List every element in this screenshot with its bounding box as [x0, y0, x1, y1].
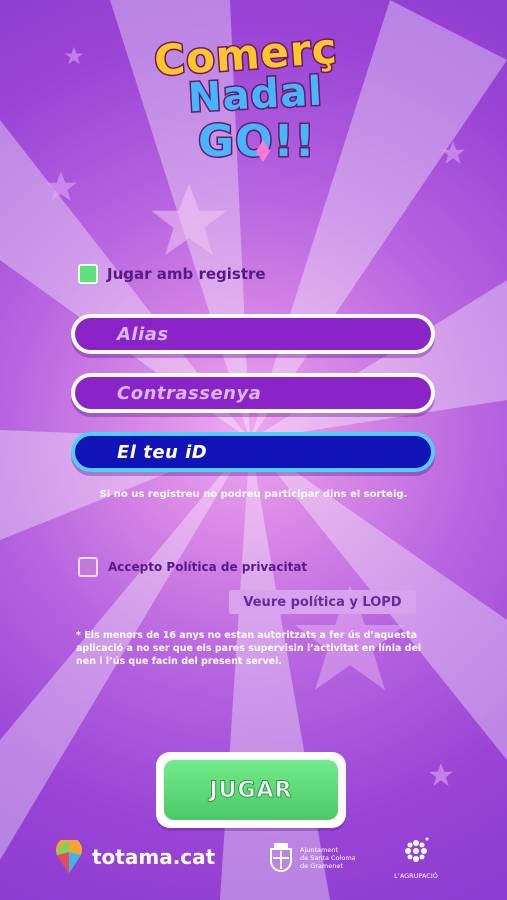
privacy-checkbox-row[interactable]: Accepto Política de privacitat	[78, 557, 307, 577]
logo-line-3: GO!!	[197, 115, 317, 169]
city-hall-text: Ajuntament de Santa Coloma de Gramenet	[300, 846, 356, 870]
star-icon	[429, 763, 453, 786]
star-icon	[441, 141, 465, 164]
agrupacio-logo: L’AGRUPACIÓ	[386, 836, 446, 880]
flower-icon	[405, 837, 429, 862]
totama-pin-icon	[56, 840, 82, 873]
totama-brand-text: totama.cat	[92, 845, 216, 869]
alias-placeholder: Alias	[117, 323, 169, 345]
city-hall-line-1: Ajuntament	[300, 846, 339, 854]
play-button[interactable]: JUGAR	[156, 752, 346, 828]
password-placeholder: Contrassenya	[117, 382, 262, 404]
password-input[interactable]: Contrassenya	[71, 373, 435, 413]
star-icon	[64, 46, 84, 65]
register-checkbox-row[interactable]: Jugar amb registre	[78, 264, 266, 284]
city-hall-line-3: de Gramenet	[300, 862, 343, 870]
alias-input[interactable]: Alias	[71, 314, 435, 354]
coat-of-arms-icon	[270, 843, 292, 872]
city-hall-line-2: de Santa Coloma	[300, 854, 356, 862]
user-id-placeholder: El teu iD	[117, 441, 208, 463]
register-note: Si no us registreu no podreu participar …	[99, 489, 408, 500]
star-icon	[151, 183, 227, 256]
play-button-face[interactable]: JUGAR	[164, 760, 338, 820]
app-logo: Comerç Nadal GO!!	[148, 22, 360, 169]
city-hall-logo: Ajuntament de Santa Coloma de Gramenet	[268, 843, 356, 873]
register-checkbox-label: Jugar amb registre	[107, 265, 266, 283]
privacy-checkbox-label: Accepto Política de privacitat	[108, 560, 308, 574]
app-screen: Comerç Nadal GO!! Jugar amb registre Ali…	[0, 0, 507, 900]
play-button-label: JUGAR	[209, 777, 293, 803]
register-checkbox[interactable]	[78, 264, 98, 284]
totama-logo[interactable]: totama.cat	[54, 840, 215, 874]
agrupacio-text: L’AGRUPACIÓ	[394, 872, 438, 880]
minors-note: * Els menors de 16 anys no estan autorit…	[76, 630, 422, 667]
logo-line-2: Nadal	[185, 67, 325, 123]
star-icon	[45, 171, 77, 202]
user-id-input[interactable]: El teu iD	[71, 432, 435, 472]
privacy-checkbox[interactable]	[78, 557, 98, 577]
view-policy-button[interactable]: Veure política y LOPD	[229, 590, 416, 614]
